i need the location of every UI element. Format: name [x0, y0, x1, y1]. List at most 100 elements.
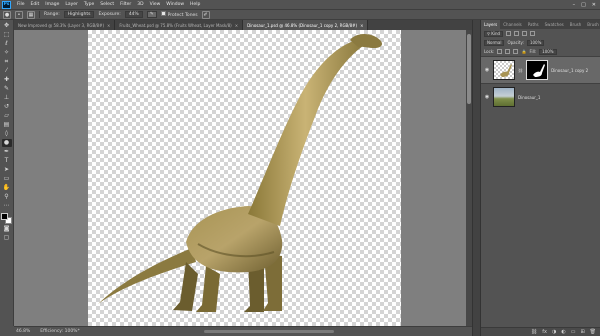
type-tool-icon[interactable]: T — [2, 157, 12, 165]
blend-mode-select[interactable]: Normal — [484, 39, 505, 46]
menu-edit[interactable]: Edit — [28, 2, 43, 7]
blend-row: Normal Opacity: 100% — [481, 38, 600, 47]
new-layer-icon[interactable]: ⊞ — [580, 329, 584, 335]
dodge-tool-preset-icon[interactable]: ● — [3, 10, 11, 19]
range-select[interactable]: Highlights — [63, 11, 95, 18]
layer-row[interactable]: ◉ Dinosaur_1 — [481, 83, 600, 110]
color-swatches[interactable] — [1, 213, 12, 224]
brush-tool-icon[interactable]: ✎ — [2, 85, 12, 93]
menu-window[interactable]: Window — [163, 2, 187, 7]
tab-paths[interactable]: Paths — [525, 20, 542, 29]
eraser-tool-icon[interactable]: ▱ — [2, 112, 12, 120]
minimize-icon[interactable]: – — [573, 2, 576, 8]
document-canvas[interactable] — [88, 30, 401, 326]
document-tab-active[interactable]: Dinosaur_1.psd @ 46.8% (Dinosaur_1 copy … — [243, 20, 369, 30]
close-tab-icon[interactable]: × — [107, 23, 110, 28]
document-tab[interactable]: New Improved @ 58.3% (Layer 3, RGB/8#) × — [14, 20, 116, 30]
pen-tool-icon[interactable]: ✒ — [2, 148, 12, 156]
filter-pixel-icon[interactable] — [506, 31, 512, 36]
brush-panel-icon[interactable]: ▦ — [27, 10, 35, 19]
airbrush-button[interactable]: ✎ — [146, 11, 157, 18]
document-tabs: New Improved @ 58.3% (Layer 3, RGB/8#) × … — [14, 20, 472, 30]
lock-label: Lock: — [484, 49, 495, 54]
clone-stamp-tool-icon[interactable]: ⊥ — [2, 94, 12, 102]
hand-tool-icon[interactable]: ✋ — [2, 184, 12, 192]
visibility-eye-icon[interactable]: ◉ — [484, 94, 490, 100]
tab-label: New Improved @ 58.3% (Layer 3, RGB/8#) — [18, 22, 105, 28]
protect-tones-label: Protect Tones — [167, 13, 198, 18]
tab-layers[interactable]: Layers — [481, 20, 501, 29]
document-info[interactable]: Efficiency: 100%* — [40, 329, 79, 334]
screen-mode-icon[interactable]: ▢ — [2, 234, 12, 242]
layer-mask-thumbnail[interactable] — [526, 60, 549, 80]
document-tab[interactable]: Fruits_Wheat.psd @ 75.8% (Fruits Wheat, … — [115, 20, 244, 30]
history-brush-tool-icon[interactable]: ↺ — [2, 103, 12, 111]
foreground-color-swatch[interactable] — [1, 213, 8, 220]
zoom-tool-icon[interactable]: ⚲ — [2, 193, 12, 201]
scroll-thumb[interactable] — [467, 34, 471, 104]
lasso-tool-icon[interactable]: ℓ — [2, 40, 12, 48]
menu-select[interactable]: Select — [97, 2, 117, 7]
more-tools-icon[interactable]: ⋯ — [2, 202, 12, 210]
quick-select-tool-icon[interactable]: ✧ — [2, 49, 12, 57]
filter-adjustment-icon[interactable] — [514, 31, 520, 36]
filter-shape-icon[interactable] — [530, 31, 536, 36]
tab-swatches[interactable]: Swatches — [542, 20, 567, 29]
menu-filter[interactable]: Filter — [117, 2, 134, 7]
shape-tool-icon[interactable]: ▭ — [2, 175, 12, 183]
visibility-eye-icon[interactable]: ◉ — [484, 67, 490, 73]
layer-name[interactable]: Dinosaur_1 — [518, 95, 540, 100]
menu-3d[interactable]: 3D — [134, 2, 146, 7]
mask-link-icon[interactable]: ⛓ — [518, 68, 523, 73]
lock-position-icon[interactable] — [513, 49, 519, 54]
eyedropper-tool-icon[interactable]: ⁄ — [2, 67, 12, 75]
tab-brush[interactable]: Brush — [567, 20, 585, 29]
move-tool-icon[interactable]: ✥ — [2, 22, 12, 30]
crop-tool-icon[interactable]: ⌗ — [2, 58, 12, 66]
path-select-tool-icon[interactable]: ➤ — [2, 166, 12, 174]
marquee-tool-icon[interactable]: ⬚ — [2, 31, 12, 39]
close-icon[interactable]: ✕ — [592, 2, 596, 8]
maximize-icon[interactable]: □ — [581, 2, 586, 8]
add-mask-icon[interactable]: ◑ — [552, 329, 556, 335]
dodge-tool-icon[interactable]: ● — [1, 139, 12, 147]
pressure-icon[interactable]: ✐ — [201, 10, 210, 19]
gradient-tool-icon[interactable]: ▤ — [2, 121, 12, 129]
canvas-area[interactable] — [14, 30, 472, 326]
close-tab-icon[interactable]: × — [235, 23, 238, 28]
tools-panel: ✥ ⬚ ℓ ✧ ⌗ ⁄ ✚ ✎ ⊥ ↺ ▱ ▤ ◊ ● ✒ T ➤ ▭ ✋ ⚲ … — [0, 20, 14, 326]
layer-style-icon[interactable]: fx — [542, 329, 547, 335]
menu-view[interactable]: View — [147, 2, 164, 7]
separator — [39, 11, 40, 18]
tab-channels[interactable]: Channels — [500, 20, 525, 29]
exposure-field[interactable]: 44% — [124, 11, 143, 18]
adjustment-layer-icon[interactable]: ◐ — [561, 329, 565, 335]
menu-help[interactable]: Help — [187, 2, 203, 7]
opacity-field[interactable]: 100% — [526, 39, 545, 46]
delete-layer-icon[interactable]: 🗑 — [590, 329, 596, 335]
filter-type-icon[interactable] — [522, 31, 528, 36]
close-tab-icon[interactable]: × — [360, 23, 363, 28]
lock-image-icon[interactable] — [505, 49, 511, 54]
menu-file[interactable]: File — [14, 2, 28, 7]
zoom-level[interactable]: 46.8% — [16, 329, 30, 334]
new-group-icon[interactable]: ▭ — [571, 329, 576, 335]
panel-tabs: Layers Channels Paths Swatches Brush Bru… — [481, 20, 600, 29]
menu-type[interactable]: Type — [81, 2, 97, 7]
protect-tones-checkbox[interactable]: Protect Tones — [160, 11, 198, 18]
kind-filter-select[interactable]: ⚲ Kind — [484, 30, 504, 37]
layer-name[interactable]: Dinosaur_1 copy 2 — [551, 68, 588, 73]
healing-tool-icon[interactable]: ✚ — [2, 76, 12, 84]
link-layers-icon[interactable]: ⛓ — [531, 329, 537, 335]
layer-row[interactable]: ◉ ⛓ Dinosaur_1 copy 2 — [481, 56, 600, 83]
horizontal-scrollbar[interactable] — [204, 330, 334, 333]
fill-field[interactable]: 100% — [539, 48, 557, 55]
lock-transparent-icon[interactable] — [497, 49, 503, 54]
menu-layer[interactable]: Layer — [62, 2, 81, 7]
quick-mask-icon[interactable]: ◙ — [2, 225, 12, 233]
blur-tool-icon[interactable]: ◊ — [2, 130, 12, 138]
menu-image[interactable]: Image — [42, 2, 62, 7]
lock-all-icon[interactable]: 🔒 — [521, 49, 526, 54]
brush-size-icon[interactable]: • — [15, 10, 23, 19]
tab-brush-presets[interactable]: Brush Presets — [584, 20, 600, 29]
